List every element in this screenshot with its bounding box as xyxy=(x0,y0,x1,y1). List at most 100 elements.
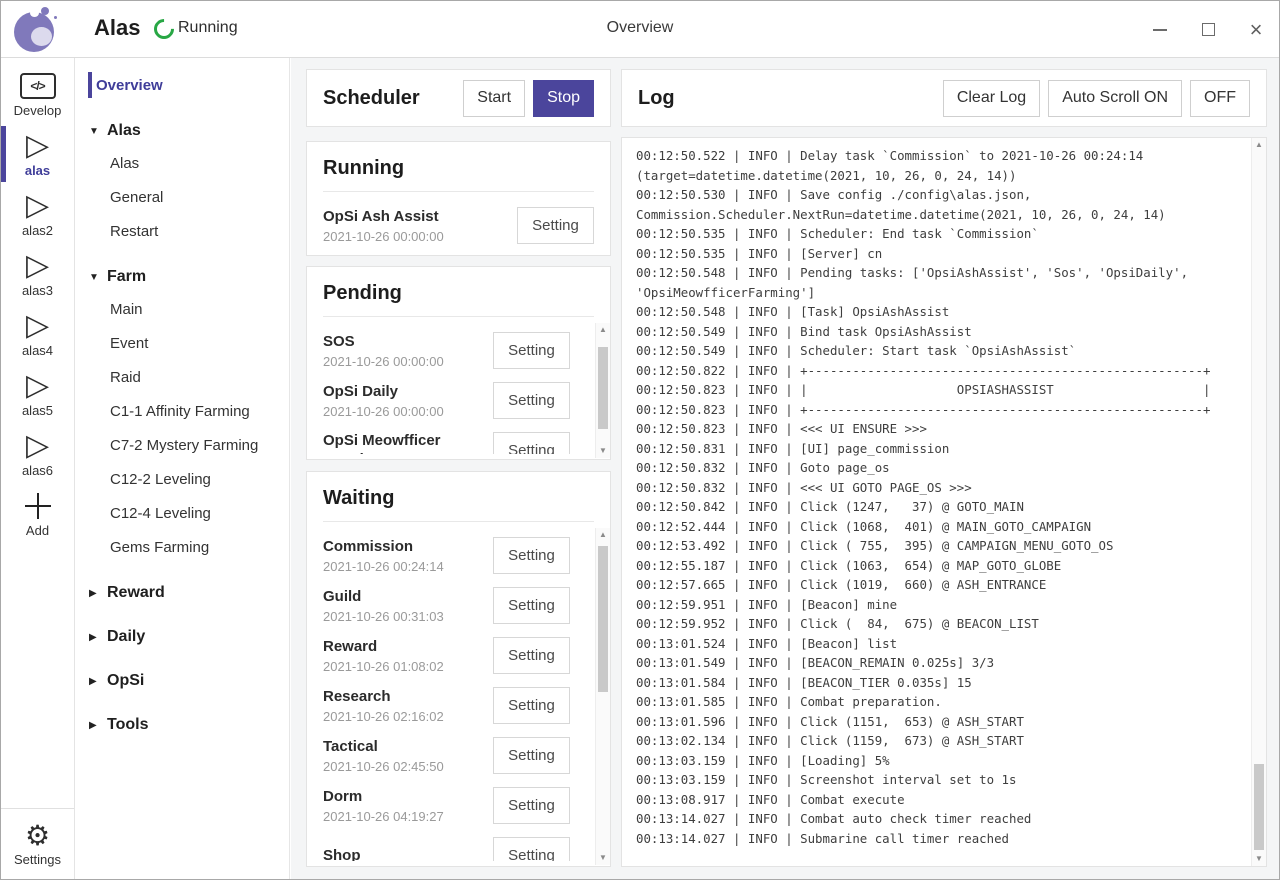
setting-button[interactable]: Setting xyxy=(493,432,570,455)
nav-group-farm[interactable]: ▼Farm xyxy=(75,262,289,292)
scroll-up-icon[interactable]: ▲ xyxy=(1252,138,1266,152)
close-button[interactable]: × xyxy=(1247,21,1265,39)
log-line: 00:12:50.831 | INFO | [UI] page_commissi… xyxy=(636,439,1236,459)
sidebar-item-alas4[interactable]: ▷ alas4 xyxy=(1,304,74,364)
log-line: 00:12:50.530 | INFO | Save config ./conf… xyxy=(636,185,1236,205)
chevron-down-icon: ▼ xyxy=(89,272,107,283)
log-line: 00:13:01.549 | INFO | [BEACON_REMAIN 0.0… xyxy=(636,653,1236,673)
sidebar-item-alas2[interactable]: ▷alas2 xyxy=(1,184,74,244)
nav-item-c1-1-affinity-farming[interactable]: C1-1 Affinity Farming xyxy=(75,394,289,428)
selection-bar xyxy=(88,72,92,98)
log-line: 00:13:01.585 | INFO | Combat preparation… xyxy=(636,692,1236,712)
settings-label: Settings xyxy=(14,852,61,867)
running-panel: Running OpSi Ash Assist2021-10-26 00:00:… xyxy=(306,141,611,256)
nav-group-alas[interactable]: ▼Alas xyxy=(75,116,289,146)
task-row: Dorm2021-10-26 04:19:27Setting xyxy=(323,780,570,830)
start-button[interactable]: Start xyxy=(463,80,525,117)
play-icon: ▷ xyxy=(26,191,49,221)
rail-item-label: alas4 xyxy=(22,343,53,358)
log-title: Log xyxy=(638,87,943,110)
nav-item-main[interactable]: Main xyxy=(75,292,289,326)
scrollbar-thumb[interactable] xyxy=(1254,764,1264,850)
task-row: OpSi Ash Assist2021-10-26 00:00:00Settin… xyxy=(323,200,594,250)
scrollbar-thumb[interactable] xyxy=(598,546,608,692)
pending-scrollbar[interactable]: ▲ ▼ xyxy=(595,323,610,458)
task-name: OpSi Ash Assist xyxy=(323,207,444,226)
sidebar-item-alas3[interactable]: ▷alas3 xyxy=(1,244,74,304)
clear-log-button[interactable]: Clear Log xyxy=(943,80,1040,117)
sidebar-item-add[interactable]: Add xyxy=(1,484,74,544)
nav-item-alas[interactable]: Alas xyxy=(75,146,289,180)
setting-button[interactable]: Setting xyxy=(493,687,570,724)
scroll-up-icon[interactable]: ▲ xyxy=(596,528,610,542)
sidebar-item-alas6[interactable]: ▷alas6 xyxy=(1,424,74,484)
close-icon: × xyxy=(1250,21,1263,39)
setting-button[interactable]: Setting xyxy=(493,737,570,774)
task-row: Tactical2021-10-26 02:45:50Setting xyxy=(323,730,570,780)
task-row: Research2021-10-26 02:16:02Setting xyxy=(323,680,570,730)
log-line: 00:12:50.823 | INFO | | OPSIASHASSIST | xyxy=(636,380,1236,400)
scroll-down-icon[interactable]: ▼ xyxy=(596,851,610,865)
scrollbar-thumb[interactable] xyxy=(598,347,608,429)
setting-button[interactable]: Setting xyxy=(493,637,570,674)
scroll-down-icon[interactable]: ▼ xyxy=(596,444,610,458)
nav-group-opsi[interactable]: ▶OpSi xyxy=(75,666,289,696)
nav-item-raid[interactable]: Raid xyxy=(75,360,289,394)
nav-item-c7-2-mystery-farming[interactable]: C7-2 Mystery Farming xyxy=(75,428,289,462)
setting-button[interactable]: Setting xyxy=(493,537,570,574)
minimize-icon xyxy=(1153,29,1167,31)
log-line: 00:12:50.842 | INFO | Click (1247, 37) @… xyxy=(636,497,1236,517)
nav-item-general[interactable]: General xyxy=(75,180,289,214)
log-scrollbar[interactable]: ▲ ▼ xyxy=(1251,138,1266,866)
nav-item-event[interactable]: Event xyxy=(75,326,289,360)
sidebar-item-develop[interactable]: </>Develop xyxy=(1,64,74,124)
log-line: 00:13:02.134 | INFO | Click (1159, 673) … xyxy=(636,731,1236,751)
setting-button[interactable]: Setting xyxy=(493,332,570,369)
play-icon: ▷ xyxy=(26,311,49,341)
waiting-title: Waiting xyxy=(307,472,610,521)
log-line: Commission.Scheduler.NextRun=datetime.da… xyxy=(636,205,1236,225)
rail-item-label: alas5 xyxy=(22,403,53,418)
chevron-right-icon: ▶ xyxy=(89,720,107,731)
autoscroll-on-button[interactable]: Auto Scroll ON xyxy=(1048,80,1182,117)
nav-item-c12-2-leveling[interactable]: C12-2 Leveling xyxy=(75,462,289,496)
task-row: Commission2021-10-26 00:24:14Setting xyxy=(323,530,570,580)
log-line: 00:12:50.522 | INFO | Delay task `Commis… xyxy=(636,146,1236,166)
running-title: Running xyxy=(307,142,610,191)
log-line: 00:12:50.535 | INFO | Scheduler: End tas… xyxy=(636,224,1236,244)
log-output: 00:12:50.522 | INFO | Delay task `Commis… xyxy=(622,138,1250,866)
waiting-scrollbar[interactable]: ▲ ▼ xyxy=(595,528,610,865)
sidebar-item-settings[interactable]: ⚙ Settings xyxy=(1,808,74,879)
nav-item-gems-farming[interactable]: Gems Farming xyxy=(75,530,289,564)
task-name: Commission xyxy=(323,537,444,556)
gear-icon: ⚙ xyxy=(25,820,50,851)
stop-button[interactable]: Stop xyxy=(533,80,594,117)
setting-button[interactable]: Setting xyxy=(493,787,570,824)
log-line: 00:12:50.535 | INFO | [Server] cn xyxy=(636,244,1236,264)
nav-item-overview[interactable]: Overview xyxy=(75,68,289,102)
setting-button[interactable]: Setting xyxy=(493,837,570,862)
task-row: OpSi Meowfficer FarmingSetting xyxy=(323,425,570,454)
minimize-button[interactable] xyxy=(1151,21,1169,39)
nav-item-c12-4-leveling[interactable]: C12-4 Leveling xyxy=(75,496,289,530)
rail-item-label: Develop xyxy=(14,103,62,118)
setting-button[interactable]: Setting xyxy=(493,382,570,419)
maximize-icon xyxy=(1202,23,1215,36)
nav-group-daily[interactable]: ▶Daily xyxy=(75,622,289,652)
sidebar-item-alas[interactable]: ▷alas xyxy=(1,124,74,184)
page-title: Overview xyxy=(1,19,1279,37)
setting-button[interactable]: Setting xyxy=(517,207,594,244)
rail-item-label: alas6 xyxy=(22,463,53,478)
nav-item-restart[interactable]: Restart xyxy=(75,214,289,248)
setting-button[interactable]: Setting xyxy=(493,587,570,624)
nav-group-reward[interactable]: ▶Reward xyxy=(75,578,289,608)
scroll-up-icon[interactable]: ▲ xyxy=(596,323,610,337)
scroll-down-icon[interactable]: ▼ xyxy=(1252,852,1266,866)
autoscroll-off-button[interactable]: OFF xyxy=(1190,80,1250,117)
sidebar-item-alas5[interactable]: ▷alas5 xyxy=(1,364,74,424)
nav-group-tools[interactable]: ▶Tools xyxy=(75,710,289,740)
task-name: Dorm xyxy=(323,787,444,806)
task-time: 2021-10-26 02:16:02 xyxy=(323,709,444,724)
maximize-button[interactable] xyxy=(1199,21,1217,39)
task-nav: Overview ▼AlasAlasGeneralRestart ▼FarmMain… xyxy=(75,58,290,879)
